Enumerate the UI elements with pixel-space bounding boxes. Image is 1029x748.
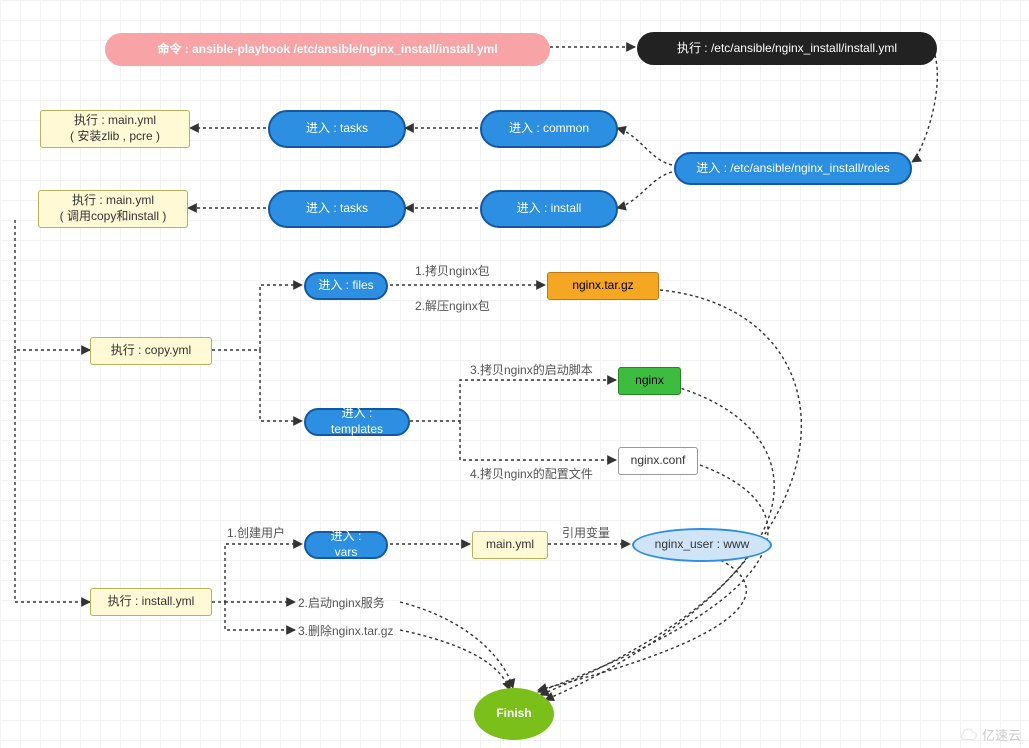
nginx-tar: nginx.tar.gz <box>547 272 659 300</box>
command-node: 命令 : ansible-playbook /etc/ansible/nginx… <box>105 33 550 66</box>
label-copy-start: 3.拷贝nginx的启动脚本 <box>470 361 593 378</box>
vars-main-yml: main.yml <box>472 531 548 559</box>
run-install-yml: 执行 : /etc/ansible/nginx_install/install.… <box>637 32 937 65</box>
enter-tasks-install: 进入 : tasks <box>268 190 406 228</box>
label-unzip-nginx: 2.解压nginx包 <box>415 297 490 314</box>
enter-roles: 进入 : /etc/ansible/nginx_install/roles <box>674 152 912 185</box>
cloud-icon <box>956 728 978 742</box>
finish-node: Finish <box>474 688 554 740</box>
run-copy-yml: 执行 : copy.yml <box>90 337 212 365</box>
watermark-text: 亿速云 <box>982 725 1021 744</box>
nginx-conf: nginx.conf <box>618 447 698 475</box>
enter-tasks-common: 进入 : tasks <box>268 110 406 148</box>
run-install-yml2: 执行 : install.yml <box>90 588 212 616</box>
nginx-user-var: nginx_user : www <box>632 528 772 562</box>
watermark: 亿速云 <box>956 725 1021 744</box>
label-remove-tar: 3.删除nginx.tar.gz <box>298 622 393 639</box>
enter-templates: 进入 : templates <box>304 408 410 436</box>
main-yml-common: 执行 : main.yml ( 安装zlib , pcre ) <box>40 110 190 148</box>
enter-install: 进入 : install <box>480 190 618 228</box>
label-start-nginx: 2.启动nginx服务 <box>298 594 385 611</box>
enter-files: 进入 : files <box>304 272 388 300</box>
enter-common: 进入 : common <box>480 110 618 148</box>
label-copy-conf: 4.拷贝nginx的配置文件 <box>470 465 593 482</box>
label-ref-var: 引用变量 <box>562 524 610 541</box>
label-create-user: 1.创建用户 <box>227 524 285 541</box>
label-copy-nginx: 1.拷贝nginx包 <box>415 262 490 279</box>
enter-vars: 进入 : vars <box>304 531 388 559</box>
main-yml-install: 执行 : main.yml ( 调用copy和install ) <box>38 190 188 228</box>
nginx-script: nginx <box>618 367 681 395</box>
